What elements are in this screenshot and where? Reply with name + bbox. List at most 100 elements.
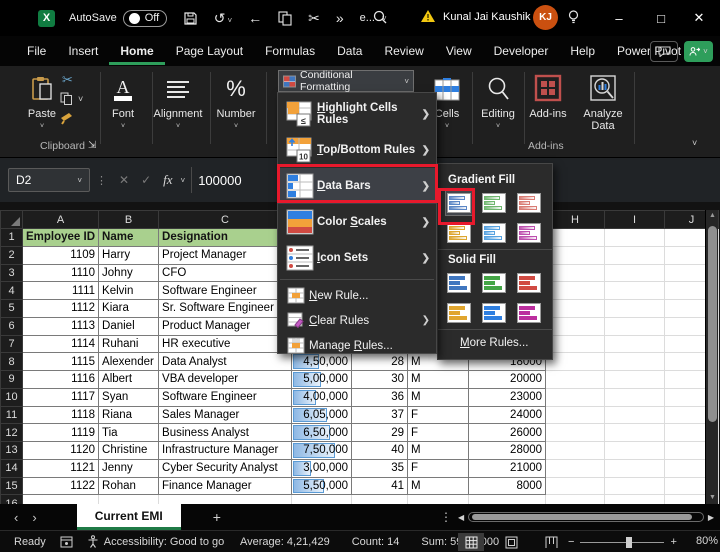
row-header-7[interactable]: 7 xyxy=(1,335,23,353)
conditional-formatting-button[interactable]: Conditional Formatting ˅ xyxy=(278,70,414,92)
copy-chevron-icon[interactable]: ˅ xyxy=(78,94,83,104)
column-header-c[interactable]: C xyxy=(159,211,292,229)
empty-cell[interactable] xyxy=(546,335,605,353)
employee-id-cell[interactable]: 1120 xyxy=(23,442,99,460)
empty-cell[interactable] xyxy=(546,317,605,335)
new-sheet-button[interactable]: + xyxy=(213,509,221,525)
name-cell[interactable]: Jenny xyxy=(99,459,159,477)
row-header-13[interactable]: 13 xyxy=(1,442,23,460)
salary-cell[interactable]: 4,00,000 xyxy=(292,388,352,406)
salary-cell[interactable]: 5,00,000 xyxy=(292,371,352,389)
gender-cell[interactable]: M xyxy=(408,388,469,406)
gender-cell[interactable]: M xyxy=(408,477,469,495)
value-cell[interactable]: 28000 xyxy=(469,442,546,460)
name-cell[interactable]: Syan xyxy=(99,388,159,406)
name-cell[interactable]: Kelvin xyxy=(99,282,159,300)
menu-item-top-bottom-rules[interactable]: 10Top/Bottom Rules❯ xyxy=(278,132,436,168)
solid-fill-swatch-6[interactable] xyxy=(516,301,542,325)
gender-cell[interactable]: F xyxy=(408,459,469,477)
vertical-scrollbar[interactable]: ▲ ▼ xyxy=(705,210,718,504)
gradient-fill-swatch-6[interactable] xyxy=(516,221,542,245)
ribbon-tab-help[interactable]: Help xyxy=(559,38,606,65)
zoom-level[interactable]: 80% xyxy=(696,535,718,547)
format-painter-icon[interactable] xyxy=(60,112,74,125)
designation-cell[interactable]: Project Manager xyxy=(159,246,292,264)
zoom-slider-thumb[interactable] xyxy=(626,537,632,548)
designation-cell[interactable]: CFO xyxy=(159,264,292,282)
column-header-h[interactable]: H xyxy=(546,211,605,229)
page-layout-view-icon[interactable] xyxy=(498,533,524,551)
user-name[interactable]: Kunal Jai Kaushik xyxy=(443,11,530,23)
ribbon-tab-developer[interactable]: Developer xyxy=(483,38,560,65)
employee-id-cell[interactable]: 1114 xyxy=(23,335,99,353)
empty-cell[interactable] xyxy=(23,495,99,504)
age-cell[interactable]: 30 xyxy=(352,371,408,389)
row-header-3[interactable]: 3 xyxy=(1,264,23,282)
age-cell[interactable]: 41 xyxy=(352,477,408,495)
name-cell[interactable]: Ruhani xyxy=(99,335,159,353)
search-icon[interactable] xyxy=(372,9,388,25)
accessibility-status[interactable]: Accessibility: Good to go xyxy=(104,536,224,548)
select-all-corner[interactable] xyxy=(1,211,23,229)
more-commands-button[interactable]: » xyxy=(336,10,344,26)
employee-id-cell[interactable]: 1109 xyxy=(23,246,99,264)
row-header-6[interactable]: 6 xyxy=(1,317,23,335)
age-cell[interactable]: 37 xyxy=(352,406,408,424)
scroll-down-icon[interactable]: ▼ xyxy=(706,492,719,504)
menu-item-clear-rules[interactable]: Clear Rules❯ xyxy=(278,308,436,333)
row-header-11[interactable]: 11 xyxy=(1,406,23,424)
empty-cell[interactable] xyxy=(546,246,605,264)
empty-cell[interactable] xyxy=(605,353,665,371)
age-cell[interactable]: 36 xyxy=(352,388,408,406)
ribbon-tab-review[interactable]: Review xyxy=(373,38,434,65)
designation-cell[interactable]: Sr. Software Engineer xyxy=(159,300,292,318)
name-cell[interactable]: Kiara xyxy=(99,300,159,318)
value-cell[interactable]: 23000 xyxy=(469,388,546,406)
empty-cell[interactable] xyxy=(605,459,665,477)
gender-cell[interactable]: F xyxy=(408,424,469,442)
empty-cell[interactable] xyxy=(546,229,605,247)
name-cell[interactable]: Tia xyxy=(99,424,159,442)
salary-cell[interactable]: 3,00,000 xyxy=(292,459,352,477)
name-cell[interactable]: Alexender xyxy=(99,353,159,371)
maximize-button[interactable]: □ xyxy=(640,0,682,36)
empty-cell[interactable] xyxy=(605,477,665,495)
minimize-button[interactable]: – xyxy=(598,0,640,36)
designation-cell[interactable]: Cyber Security Analyst xyxy=(159,459,292,477)
age-cell[interactable]: 40 xyxy=(352,442,408,460)
employee-id-cell[interactable]: 1116 xyxy=(23,371,99,389)
empty-cell[interactable] xyxy=(605,317,665,335)
gender-cell[interactable]: M xyxy=(408,442,469,460)
undo-button[interactable]: ↺˅ xyxy=(214,10,232,27)
row-header-15[interactable]: 15 xyxy=(1,477,23,495)
addins-button[interactable]: Add-ins xyxy=(526,72,570,120)
cut-button[interactable]: ✂ xyxy=(308,10,320,27)
menu-item-data-bars[interactable]: Data Bars❯ xyxy=(278,168,436,204)
gender-cell[interactable]: F xyxy=(408,406,469,424)
salary-cell[interactable]: 6,50,000 xyxy=(292,424,352,442)
share-button[interactable]: ˅ xyxy=(684,41,713,62)
value-cell[interactable]: 26000 xyxy=(469,424,546,442)
solid-fill-swatch-4[interactable] xyxy=(446,301,472,325)
ribbon-tab-home[interactable]: Home xyxy=(109,38,164,65)
scroll-left-icon[interactable]: ◀ xyxy=(458,513,464,522)
age-cell[interactable]: 35 xyxy=(352,459,408,477)
menu-item-new-rule[interactable]: New Rule... xyxy=(278,283,436,308)
table-header-cell[interactable]: Employee ID xyxy=(23,229,99,247)
avatar[interactable]: KJ xyxy=(533,5,558,30)
empty-cell[interactable] xyxy=(546,406,605,424)
value-cell[interactable]: 24000 xyxy=(469,406,546,424)
employee-id-cell[interactable]: 1119 xyxy=(23,424,99,442)
empty-cell[interactable] xyxy=(469,495,546,504)
solid-fill-swatch-5[interactable] xyxy=(481,301,507,325)
empty-cell[interactable] xyxy=(352,495,408,504)
empty-cell[interactable] xyxy=(605,388,665,406)
empty-cell[interactable] xyxy=(546,495,605,504)
solid-fill-swatch-2[interactable] xyxy=(481,271,507,295)
designation-cell[interactable]: Infrastructure Manager xyxy=(159,442,292,460)
empty-cell[interactable] xyxy=(546,353,605,371)
salary-cell[interactable]: 7,50,000 xyxy=(292,442,352,460)
horizontal-scroll-thumb[interactable] xyxy=(472,514,692,520)
salary-cell[interactable]: 6,05,000 xyxy=(292,406,352,424)
row-header-2[interactable]: 2 xyxy=(1,246,23,264)
